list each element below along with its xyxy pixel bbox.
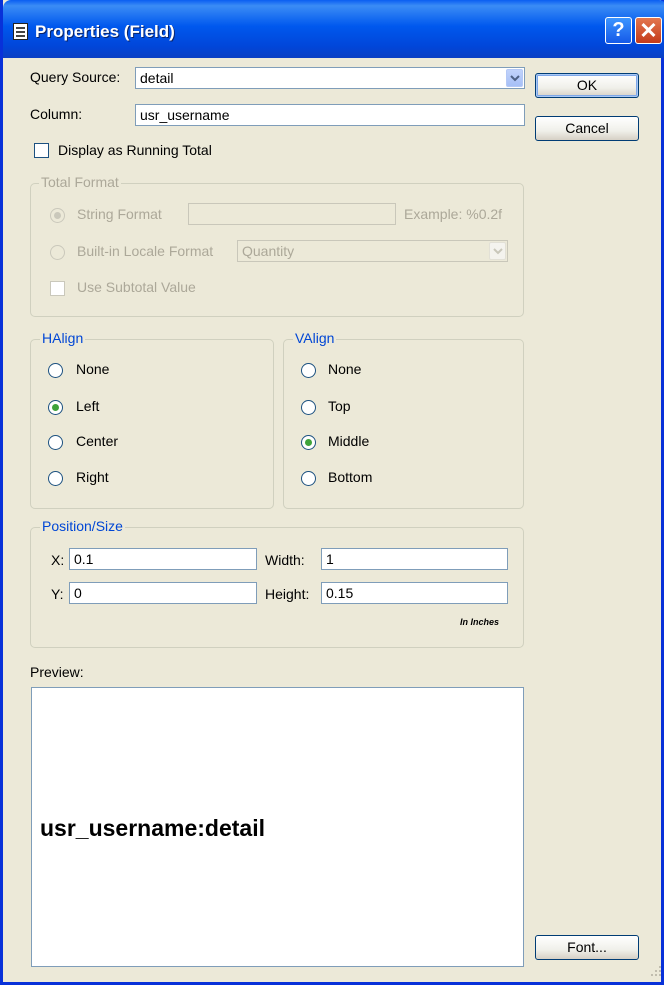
use-subtotal-checkbox (50, 281, 65, 296)
valign-group (283, 339, 524, 509)
width-input[interactable]: 1 (321, 548, 508, 570)
valign-middle-radio[interactable] (301, 435, 316, 450)
running-total-checkbox[interactable] (34, 143, 49, 158)
properties-dialog: Properties (Field) ? ✕ Query Source: det… (0, 0, 664, 985)
valign-middle-label[interactable]: Middle (328, 433, 369, 449)
halign-group (30, 339, 274, 509)
column-input[interactable]: usr_username (135, 104, 525, 126)
height-label: Height: (265, 586, 310, 602)
string-format-radio (50, 208, 65, 223)
halign-right-label[interactable]: Right (76, 469, 109, 485)
running-total-label[interactable]: Display as Running Total (58, 142, 212, 158)
valign-bottom-label[interactable]: Bottom (328, 469, 372, 485)
height-value: 0.15 (326, 585, 354, 601)
preview-box: usr_username:detail (31, 687, 524, 967)
valign-none-label[interactable]: None (328, 361, 361, 377)
position-size-title: Position/Size (40, 518, 125, 534)
chevron-down-icon (489, 242, 506, 260)
builtin-locale-radio (50, 245, 65, 260)
ok-button[interactable]: OK (535, 73, 639, 98)
halign-center-label[interactable]: Center (76, 433, 118, 449)
document-icon (13, 23, 28, 40)
valign-top-radio[interactable] (301, 400, 316, 415)
width-value: 1 (326, 551, 334, 567)
resize-grip-icon[interactable] (647, 962, 663, 978)
cancel-label: Cancel (565, 120, 609, 136)
valign-top-label[interactable]: Top (328, 398, 351, 414)
y-label: Y: (51, 586, 64, 602)
ok-label: OK (576, 77, 598, 93)
halign-right-radio[interactable] (48, 471, 63, 486)
x-value: 0.1 (74, 551, 94, 567)
window-title: Properties (Field) (35, 22, 175, 41)
valign-title: VAlign (293, 330, 337, 346)
units-note: In Inches (460, 617, 500, 627)
help-button[interactable]: ? (605, 17, 632, 44)
font-label: Font... (567, 939, 607, 955)
close-button[interactable]: ✕ (635, 17, 662, 44)
halign-none-label[interactable]: None (76, 361, 109, 377)
chevron-down-icon[interactable] (506, 69, 523, 87)
y-value: 0 (74, 585, 82, 601)
halign-title: HAlign (40, 330, 86, 346)
width-label: Width: (265, 552, 305, 568)
use-subtotal-label: Use Subtotal Value (77, 279, 196, 295)
string-format-label: String Format (77, 206, 162, 222)
height-input[interactable]: 0.15 (321, 582, 508, 604)
string-format-example: Example: %0.2f (404, 206, 503, 222)
halign-none-radio[interactable] (48, 363, 63, 378)
halign-left-radio[interactable] (48, 400, 63, 415)
title-bar[interactable]: Properties (Field) ? ✕ (3, 0, 664, 58)
builtin-locale-select: Quantity (237, 240, 508, 262)
halign-center-radio[interactable] (48, 435, 63, 450)
preview-label: Preview: (30, 664, 84, 680)
column-label: Column: (30, 106, 83, 122)
total-format-title: Total Format (39, 174, 121, 190)
column-value: usr_username (140, 107, 230, 123)
valign-none-radio[interactable] (301, 363, 316, 378)
halign-left-label[interactable]: Left (76, 398, 99, 414)
preview-text: usr_username:detail (40, 815, 265, 841)
cancel-button[interactable]: Cancel (535, 116, 639, 141)
valign-bottom-radio[interactable] (301, 471, 316, 486)
x-input[interactable]: 0.1 (69, 548, 257, 570)
builtin-locale-value: Quantity (242, 243, 295, 259)
x-label: X: (51, 552, 65, 568)
query-source-select[interactable]: detail (135, 67, 525, 89)
query-source-label: Query Source: (30, 69, 121, 85)
string-format-input (188, 203, 396, 225)
builtin-locale-label: Built-in Locale Format (77, 243, 214, 259)
y-input[interactable]: 0 (69, 582, 257, 604)
query-source-value: detail (140, 70, 174, 86)
font-button[interactable]: Font... (535, 935, 639, 960)
